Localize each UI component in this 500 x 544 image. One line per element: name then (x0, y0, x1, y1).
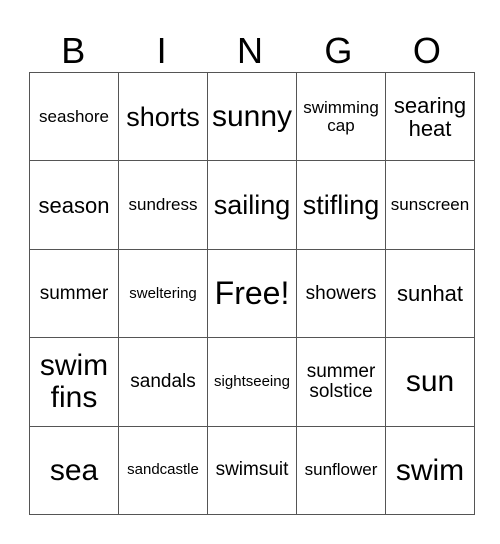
bingo-cell[interactable]: sunflower (296, 425, 386, 516)
bingo-cell[interactable]: shorts (118, 71, 208, 162)
card-row: swim fins sandals sightseeing summer sol… (29, 337, 475, 427)
bingo-cell[interactable]: summer (29, 248, 119, 339)
bingo-cell[interactable]: sailing (207, 160, 297, 250)
bingo-cell[interactable]: sunscreen (385, 160, 475, 250)
card-row: season sundress sailing stifling sunscre… (29, 160, 475, 250)
bingo-cell[interactable]: sandals (118, 337, 208, 427)
header-letter-i: I (156, 30, 167, 71)
card-row: sea sandcastle swimsuit sunflower swim (29, 425, 475, 516)
card-row: seashore shorts sunny swimming cap seari… (29, 71, 475, 162)
bingo-cell[interactable]: season (29, 160, 119, 250)
bingo-cell[interactable]: sea (29, 425, 119, 516)
bingo-card: seashore shorts sunny swimming cap seari… (29, 71, 475, 516)
card-row: summer sweltering Free! showers sunhat (29, 248, 475, 339)
bingo-cell[interactable]: sunny (207, 71, 297, 162)
bingo-cell[interactable]: sun (385, 337, 475, 427)
bingo-cell[interactable]: summer solstice (296, 337, 386, 427)
bingo-cell[interactable]: swimming cap (296, 71, 386, 162)
bingo-cell[interactable]: searing heat (385, 71, 475, 162)
bingo-cell[interactable]: swim (385, 425, 475, 516)
bingo-cell[interactable]: swim fins (29, 337, 119, 427)
bingo-cell[interactable]: sweltering (118, 248, 208, 339)
bingo-cell[interactable]: showers (296, 248, 386, 339)
bingo-cell[interactable]: sunhat (385, 248, 475, 339)
bingo-header: B I N G O (29, 30, 471, 72)
bingo-cell[interactable]: seashore (29, 71, 119, 162)
bingo-cell[interactable]: stifling (296, 160, 386, 250)
free-space[interactable]: Free! (207, 248, 297, 339)
header-letter-g: G (324, 30, 353, 71)
bingo-cell[interactable]: sundress (118, 160, 208, 250)
bingo-cell[interactable]: sandcastle (118, 425, 208, 516)
header-letter-n: N (237, 30, 264, 71)
bingo-cell[interactable]: swimsuit (207, 425, 297, 516)
header-letter-o: O (412, 30, 441, 71)
header-letter-b: B (61, 30, 86, 71)
bingo-cell[interactable]: sightseeing (207, 337, 297, 427)
